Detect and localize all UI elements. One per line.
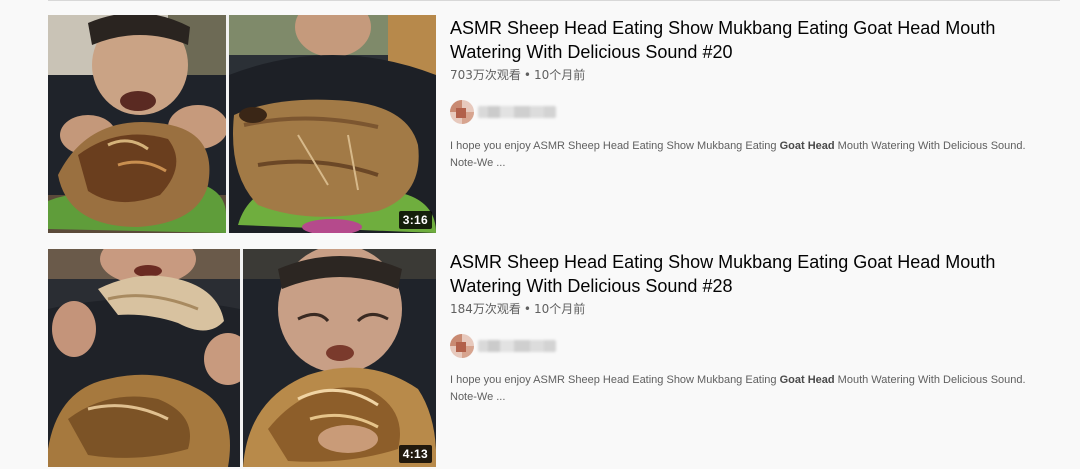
description-highlight: Goat Head [779, 140, 835, 152]
avatar-icon [450, 334, 474, 358]
video-title[interactable]: ASMR Sheep Head Eating Show Mukbang Eati… [450, 15, 1060, 64]
top-divider [48, 0, 1060, 1]
upload-age: 10个月前 [533, 68, 586, 82]
channel-name-blurred[interactable] [478, 340, 556, 352]
video-thumbnail[interactable]: 4:13 [48, 249, 436, 467]
channel-name-blurred[interactable] [478, 106, 556, 118]
video-thumbnail[interactable]: 3:16 [48, 15, 436, 233]
video-meta: 703万次观看 • 10个月前 [450, 67, 1060, 83]
view-count: 703万次观看 [450, 68, 521, 82]
channel-avatar[interactable] [450, 100, 474, 124]
video-meta: 184万次观看 • 10个月前 [450, 301, 1060, 317]
description-text: I hope you enjoy ASMR Sheep Head Eating … [450, 374, 780, 386]
description-highlight: Goat Head [779, 374, 835, 386]
channel-link[interactable] [450, 334, 1060, 358]
video-info: ASMR Sheep Head Eating Show Mukbang Eati… [450, 15, 1060, 172]
video-description: I hope you enjoy ASMR Sheep Head Eating … [450, 138, 1050, 172]
avatar-icon [450, 100, 474, 124]
duration-badge: 4:13 [398, 445, 432, 463]
video-result[interactable]: 3:16 ASMR Sheep Head Eating Show Mukbang… [48, 15, 1060, 233]
thumbnail-image [48, 249, 436, 467]
meta-separator: • [523, 302, 531, 316]
video-title[interactable]: ASMR Sheep Head Eating Show Mukbang Eati… [450, 249, 1060, 298]
video-description: I hope you enjoy ASMR Sheep Head Eating … [450, 372, 1050, 406]
description-text: I hope you enjoy ASMR Sheep Head Eating … [450, 140, 780, 152]
thumbnail-image [48, 15, 436, 233]
duration-badge: 3:16 [398, 211, 432, 229]
upload-age: 10个月前 [533, 302, 586, 316]
view-count: 184万次观看 [450, 302, 521, 316]
channel-avatar[interactable] [450, 334, 474, 358]
video-info: ASMR Sheep Head Eating Show Mukbang Eati… [450, 249, 1060, 406]
channel-link[interactable] [450, 100, 1060, 124]
meta-separator: • [523, 68, 531, 82]
video-result[interactable]: 4:13 ASMR Sheep Head Eating Show Mukbang… [48, 249, 1060, 467]
